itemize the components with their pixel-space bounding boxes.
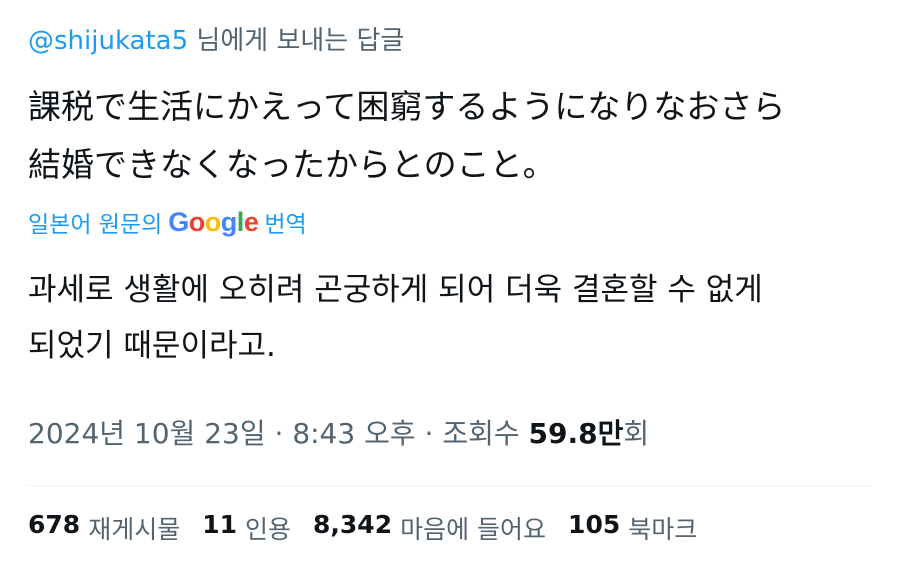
- translation-prefix: 일본어 원문의: [28, 212, 163, 238]
- quotes-stat[interactable]: 11 인용: [202, 510, 291, 546]
- views-label: 조회수: [442, 417, 529, 450]
- quotes-label: 인용: [245, 515, 292, 544]
- reposts-count: 678: [28, 510, 81, 539]
- reply-suffix: 님에게 보내는 답글: [188, 26, 405, 56]
- tweet-meta: 2024년 10월 23일 · 8:43 오후 · 조회수 59.8만회: [28, 412, 649, 452]
- tweet-detail: @shijukata5 님에게 보내는 답글 課税で生活にかえって困窮するように…: [0, 0, 900, 564]
- bookmarks-label: 북마크: [628, 515, 698, 544]
- bookmarks-stat[interactable]: 105 북마크: [568, 510, 697, 546]
- likes-count: 8,342: [313, 510, 393, 539]
- divider: [28, 485, 872, 486]
- tweet-text-line-2: 結婚できなくなったからとのこと。: [28, 145, 556, 184]
- reposts-label: 재게시물: [88, 515, 181, 544]
- tweet-time[interactable]: 8:43 오후: [292, 417, 415, 450]
- likes-label: 마음에 들어요: [400, 515, 547, 544]
- google-logo: Google: [168, 206, 259, 237]
- engagement-stats: 678 재게시물 11 인용 8,342 마음에 들어요 105 북마크: [28, 510, 697, 546]
- likes-stat[interactable]: 8,342 마음에 들어요: [313, 510, 546, 546]
- reposts-stat[interactable]: 678 재게시물: [28, 510, 180, 546]
- reply-handle-link[interactable]: @shijukata5: [28, 26, 188, 56]
- meta-separator: ·: [415, 417, 443, 450]
- views-suffix: 회: [623, 417, 650, 450]
- views-count: 59.8만: [528, 417, 624, 450]
- bookmarks-count: 105: [568, 510, 621, 539]
- translated-text: 과세로 생활에 오히려 곤궁하게 되어 더욱 결혼할 수 없게 되었기 때문이라…: [28, 262, 878, 374]
- meta-separator: ·: [265, 417, 293, 450]
- translated-text-line-2: 되었기 때문이라고.: [28, 328, 276, 364]
- translated-text-line-1: 과세로 생활에 오히려 곤궁하게 되어 더욱 결혼할 수 없게: [28, 272, 763, 308]
- translation-suffix: 번역: [264, 212, 307, 238]
- tweet-date[interactable]: 2024년 10월 23일: [28, 417, 266, 450]
- quotes-count: 11: [202, 510, 237, 539]
- replying-to-line: @shijukata5 님에게 보내는 답글: [28, 20, 404, 57]
- tweet-text: 課税で生活にかえって困窮するようになりなおさら 結婚できなくなったからとのこと。: [28, 78, 878, 194]
- tweet-text-line-1: 課税で生活にかえって困窮するようになりなおさら: [28, 87, 786, 126]
- translation-attribution[interactable]: 일본어 원문의 Google 번역: [28, 205, 307, 239]
